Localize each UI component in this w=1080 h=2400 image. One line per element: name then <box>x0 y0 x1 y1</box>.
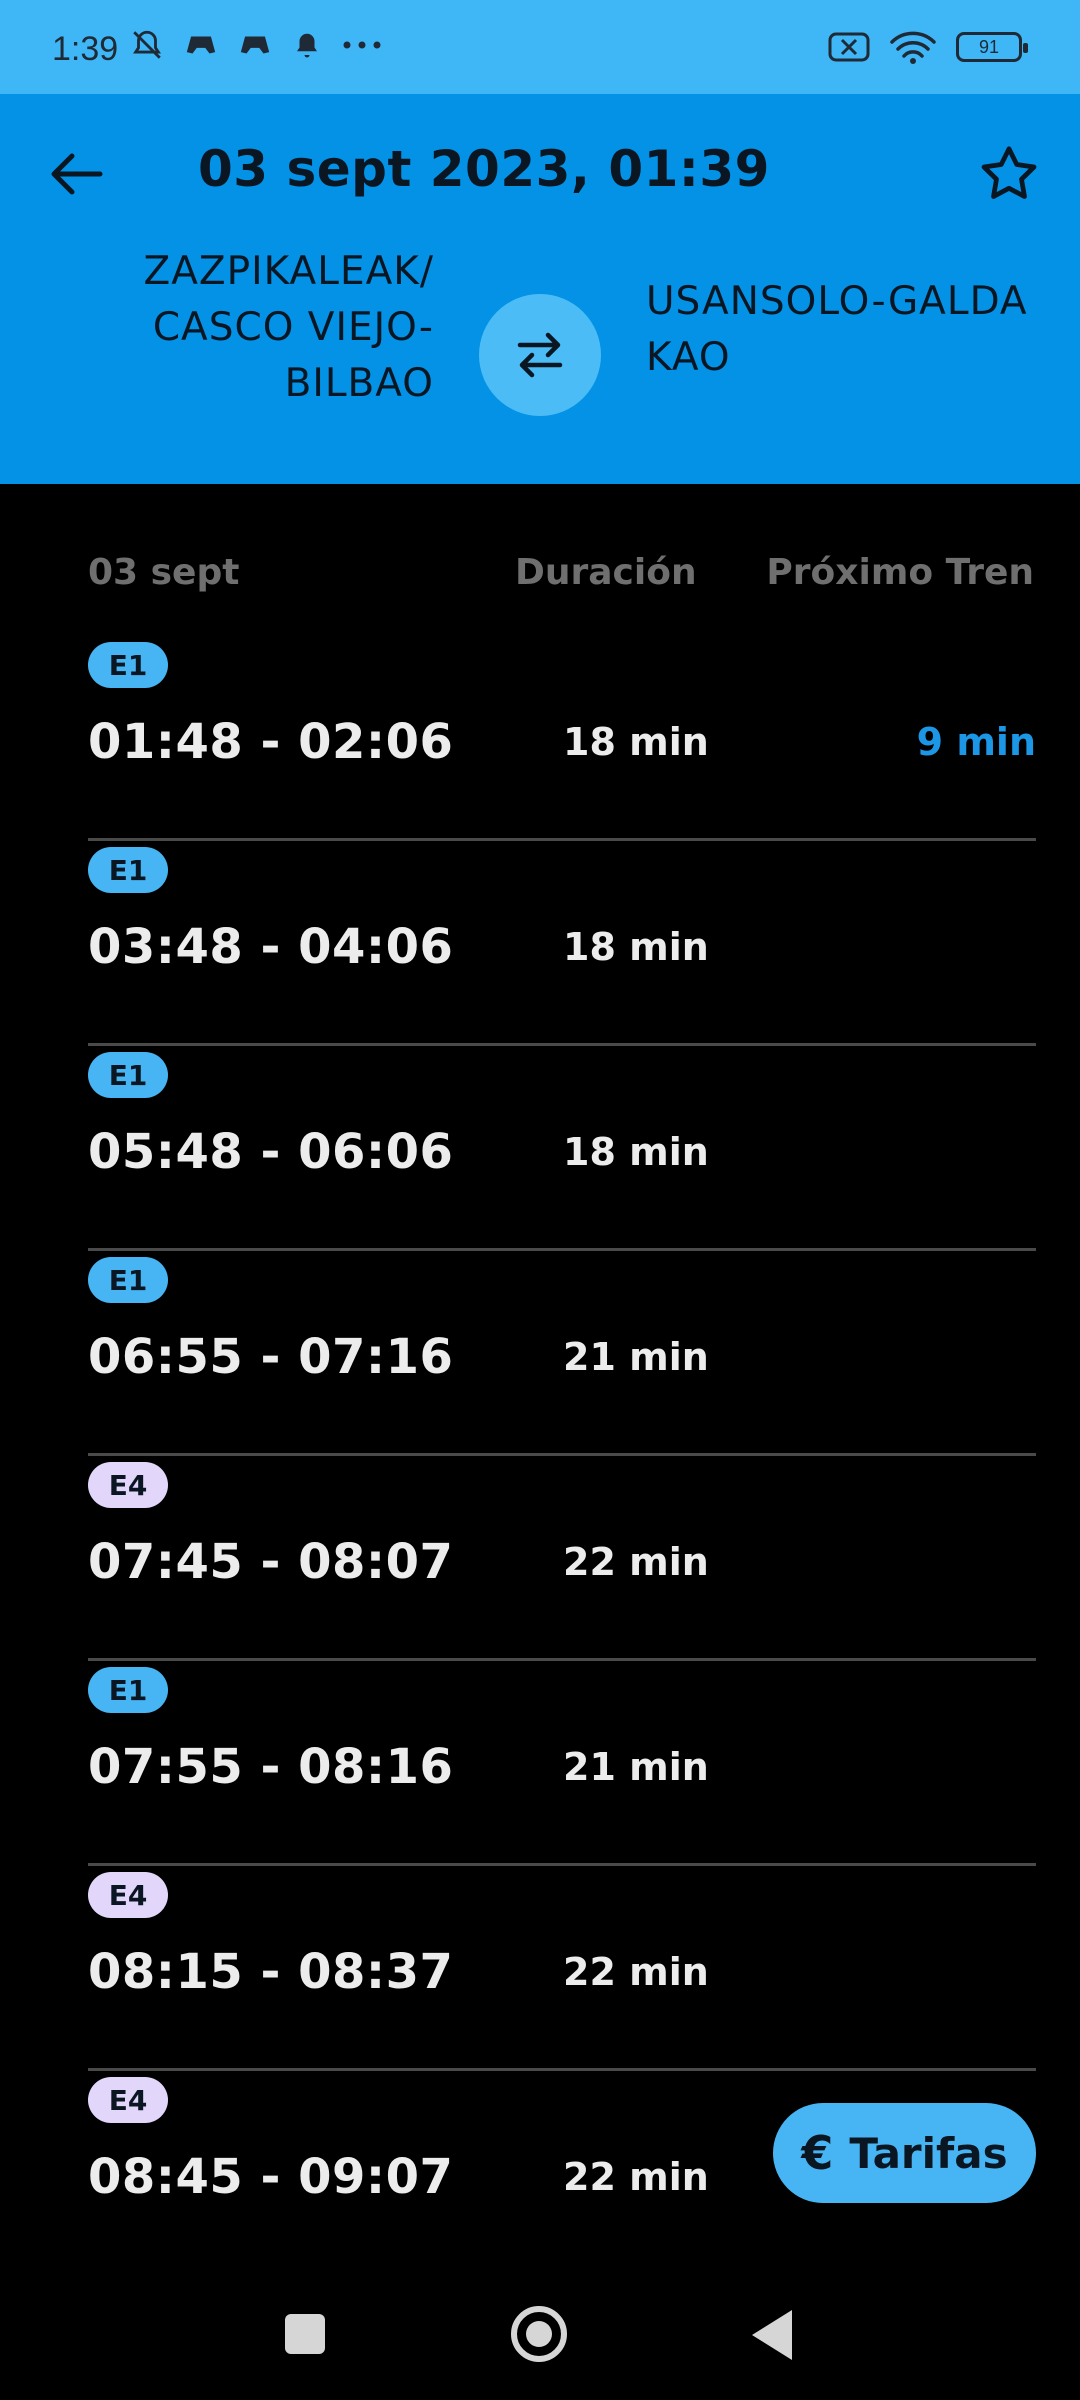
trip-row[interactable]: E1 05:48 - 06:06 18 min <box>88 1046 1036 1251</box>
trip-times: 03:48 - 04:06 <box>88 919 454 975</box>
status-bar: 1:39 91 <box>0 0 1080 94</box>
home-icon[interactable] <box>511 2306 567 2362</box>
trip-row[interactable]: E1 06:55 - 07:16 21 min <box>88 1251 1036 1456</box>
trip-list: E1 01:48 - 02:06 18 min 9 min E1 03:48 -… <box>88 636 1036 2276</box>
trip-times: 08:45 - 09:07 <box>88 2149 454 2205</box>
trip-row[interactable]: E4 07:45 - 08:07 22 min <box>88 1456 1036 1661</box>
column-date: 03 sept <box>88 552 240 593</box>
line-badge: E1 <box>88 642 168 688</box>
origin-station[interactable]: ZAZPIKALEAK/ CASCO VIEJO-BILBAO <box>94 244 434 412</box>
game-icon <box>240 36 270 54</box>
more-icon <box>343 41 381 49</box>
system-icons: 91 <box>828 30 1028 64</box>
page-title: 03 sept 2023, 01:39 <box>198 140 770 198</box>
line-badge: E1 <box>88 1257 168 1303</box>
system-nav-bar <box>0 2270 1080 2400</box>
trip-duration: 18 min <box>563 720 709 764</box>
euro-icon: € <box>801 2126 834 2180</box>
trip-row[interactable]: E1 03:48 - 04:06 18 min <box>88 841 1036 1046</box>
destination-station[interactable]: USANSOLO-GALDAKAO <box>646 274 1046 386</box>
mute-icon <box>133 30 161 59</box>
trip-duration: 22 min <box>563 2155 709 2199</box>
status-time: 1:39 <box>52 30 119 68</box>
notification-icons <box>130 28 382 62</box>
favorite-button[interactable] <box>974 138 1044 208</box>
line-badge: E4 <box>88 2077 168 2123</box>
line-badge: E1 <box>88 1052 168 1098</box>
trip-times: 07:45 - 08:07 <box>88 1534 454 1590</box>
next-train-eta: 9 min <box>916 720 1036 764</box>
tarifas-label: Tarifas <box>849 2128 1008 2178</box>
swap-icon <box>517 332 563 378</box>
bell-icon <box>297 33 317 58</box>
trip-duration: 22 min <box>563 1950 709 1994</box>
trip-duration: 18 min <box>563 1130 709 1174</box>
trip-times: 05:48 - 06:06 <box>88 1124 454 1180</box>
line-badge: E4 <box>88 1462 168 1508</box>
trip-times: 08:15 - 08:37 <box>88 1944 454 2000</box>
trip-duration: 21 min <box>563 1335 709 1379</box>
battery-level: 91 <box>978 36 1000 57</box>
back-triangle-icon[interactable] <box>752 2310 792 2360</box>
recents-icon[interactable] <box>285 2314 325 2354</box>
trip-duration: 22 min <box>563 1540 709 1584</box>
trip-times: 07:55 - 08:16 <box>88 1739 454 1795</box>
trip-row[interactable]: E1 07:55 - 08:16 21 min <box>88 1661 1036 1866</box>
route-header: 03 sept 2023, 01:39 ZAZPIKALEAK/ CASCO V… <box>0 94 1080 484</box>
column-duration: Duración <box>515 552 697 593</box>
trip-row[interactable]: E4 08:15 - 08:37 22 min <box>88 1866 1036 2071</box>
battery-icon: 91 <box>956 32 1028 62</box>
trip-row[interactable]: E1 01:48 - 02:06 18 min 9 min <box>88 636 1036 841</box>
tarifas-button[interactable]: € Tarifas <box>773 2103 1036 2203</box>
game-icon <box>186 36 216 54</box>
column-next-train: Próximo Tren <box>766 552 1034 593</box>
trip-times: 01:48 - 02:06 <box>88 714 454 770</box>
wifi-icon <box>890 31 936 64</box>
trip-duration: 18 min <box>563 925 709 969</box>
back-button[interactable] <box>46 144 106 204</box>
line-badge: E1 <box>88 847 168 893</box>
star-icon <box>981 146 1037 199</box>
sim-off-icon <box>828 32 870 62</box>
line-badge: E4 <box>88 1872 168 1918</box>
trip-duration: 21 min <box>563 1745 709 1789</box>
arrow-left-icon <box>51 153 103 195</box>
line-badge: E1 <box>88 1667 168 1713</box>
swap-stations-button[interactable] <box>479 294 601 416</box>
trip-times: 06:55 - 07:16 <box>88 1329 454 1385</box>
